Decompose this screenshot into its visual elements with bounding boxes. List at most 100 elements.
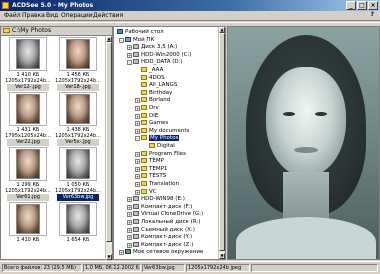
tree-item[interactable]: Birthday [141, 89, 172, 97]
collapse-icon[interactable]: - [119, 37, 124, 43]
minimize-button[interactable]: _ [346, 1, 356, 10]
scroll-down-arrow-icon[interactable]: ▼ [106, 254, 112, 260]
expand-icon[interactable]: + [135, 98, 140, 104]
tree-item[interactable]: Рабочий стол [117, 29, 164, 36]
expand-icon[interactable]: + [127, 212, 132, 218]
thumbnail-item[interactable]: 1 431 КБ 1795x1205x24b... Ver22.jpg [3, 92, 53, 146]
scroll-thumb[interactable] [219, 33, 225, 251]
thumbnail-image[interactable] [16, 39, 40, 69]
thumbnail-item[interactable]: 1 410 КБ 1205x1792x24b... Ver12-.jpg [3, 37, 53, 91]
menu-actions[interactable]: Действия [93, 12, 123, 19]
tree-item[interactable]: Диск 3,5 (A:) [133, 44, 177, 51]
thumbnail-item[interactable]: 1 410 КБ [3, 202, 53, 256]
image-preview[interactable] [227, 26, 380, 260]
thumbnail-image[interactable] [66, 149, 90, 179]
thumbnail-scrollbar[interactable]: ▲ ▼ [105, 36, 112, 260]
tree-item[interactable]: Translation [141, 181, 179, 188]
close-button[interactable]: × [368, 1, 378, 10]
thumbnail-image[interactable] [16, 204, 40, 234]
thumbnail-item[interactable]: 1 438 КБ 1205x1792x24b... Ver5x-.jpg [53, 92, 103, 146]
expand-icon[interactable]: + [135, 174, 140, 180]
expand-icon[interactable]: + [135, 182, 140, 187]
thumbnail-item[interactable]: 1 654 КБ [53, 202, 103, 256]
thumbnail-item[interactable]: 1 456 КБ 1205x1792x24b... Ver18-.jpg [53, 37, 103, 91]
thumbnail-image[interactable] [16, 149, 40, 179]
expand-icon[interactable]: + [135, 113, 140, 119]
menu-edit[interactable]: Правка [22, 12, 45, 19]
expand-icon[interactable]: + [127, 235, 132, 241]
tree-item[interactable]: Drv [141, 105, 159, 112]
tree-item[interactable]: Съемный диск (X:) [133, 226, 195, 234]
menu-view[interactable]: Вид [46, 12, 58, 19]
collapse-icon[interactable]: - [135, 136, 140, 142]
tree-item[interactable]: Games [141, 120, 168, 127]
menu-operations[interactable]: Операции [61, 12, 93, 19]
expand-icon[interactable]: + [135, 151, 140, 157]
expand-icon[interactable]: + [127, 220, 132, 225]
collapse-icon[interactable]: - [127, 60, 132, 66]
thumbnail-frame[interactable] [59, 92, 97, 126]
thumbnail-name[interactable]: Ver5x-.jpg [57, 139, 99, 146]
thumbnail-item[interactable]: 1 299 КБ 1205x1792x24b... Ver61.jpg [3, 147, 53, 201]
tree-item[interactable]: HDD-WIN98 (E:) [133, 196, 185, 203]
thumbnail-frame[interactable] [9, 37, 47, 71]
thumbnail-image[interactable] [16, 94, 40, 124]
tree-item[interactable]: DIE [141, 112, 158, 120]
tree-item[interactable]: Borland [141, 97, 170, 104]
expand-icon[interactable]: + [127, 204, 132, 210]
thumbnail-item[interactable]: 1 050 КБ 1205x1792x24b... Ver63bw.jpg [53, 147, 103, 201]
scroll-thumb[interactable] [106, 42, 112, 242]
thumbnail-frame[interactable] [59, 37, 97, 71]
thumbnail-name[interactable]: Ver61.jpg [7, 194, 49, 201]
expand-icon[interactable]: + [135, 121, 140, 127]
tree-item[interactable]: All_LANGS [141, 82, 177, 89]
tree-item[interactable]: Мое сетевое окружение [125, 249, 203, 256]
tree-item[interactable]: Virtual CloneDrive (G:) [133, 211, 203, 218]
tree-item[interactable]: TEMP1 [141, 165, 167, 173]
tree-item[interactable]: Program Files [141, 150, 186, 158]
tree-item[interactable]: TESTS [141, 173, 166, 180]
tree-item[interactable]: TEMP [141, 158, 164, 165]
maximize-button[interactable]: □ [357, 1, 367, 10]
expand-icon[interactable]: + [135, 189, 140, 195]
thumbnail-frame[interactable] [9, 92, 47, 126]
thumbnail-name[interactable]: Ver18-.jpg [57, 84, 99, 91]
thumbnail-name[interactable]: Ver22.jpg [7, 139, 49, 146]
tree-item[interactable]: Мой ПК [125, 36, 154, 44]
tree-item[interactable]: Digital [149, 143, 175, 150]
tree-item[interactable]: Компакт-диск (Y:) [133, 234, 192, 241]
expand-icon[interactable]: + [127, 242, 132, 248]
expand-icon[interactable]: + [135, 166, 140, 172]
thumbnail-frame[interactable] [9, 202, 47, 236]
tree-item[interactable]: _AAA [141, 67, 163, 74]
tree-scrollbar[interactable]: ▲ ▼ [218, 27, 225, 259]
thumbnail-frame[interactable] [59, 147, 97, 181]
expand-icon[interactable]: + [127, 52, 132, 58]
tree-item[interactable]: HDD_DATA (D:) [133, 59, 183, 66]
thumbnail-name[interactable]: Ver12-.jpg [7, 84, 49, 91]
thumbnail-image[interactable] [66, 39, 90, 69]
scroll-down-arrow-icon[interactable]: ▼ [219, 253, 225, 259]
expand-icon[interactable]: + [127, 227, 132, 233]
menu-help[interactable]: ? [371, 11, 374, 18]
expand-icon[interactable]: + [127, 197, 132, 203]
tree-item[interactable]: VC [141, 188, 157, 196]
expand-icon[interactable]: + [127, 45, 132, 51]
expand-icon[interactable]: + [119, 250, 124, 256]
expand-icon[interactable]: + [135, 128, 140, 134]
tree-item[interactable]: Локальный диск (R:) [133, 219, 200, 226]
app-icon[interactable] [2, 2, 9, 9]
tree-item[interactable]: HDD-Win2000 (C:) [133, 51, 191, 59]
tree-item[interactable]: Компакт-диск (Z:) [133, 241, 193, 249]
thumbnail-frame[interactable] [59, 202, 97, 236]
thumbnail-frame[interactable] [9, 147, 47, 181]
thumbnail-image[interactable] [66, 94, 90, 124]
tree-item[interactable]: Компакт-диск (F:) [133, 203, 192, 211]
tree-item[interactable]: My documents [141, 127, 189, 135]
thumbnail-name[interactable]: Ver63bw.jpg [57, 194, 99, 201]
tree-item[interactable]: 4DOS [141, 74, 165, 82]
tree-item[interactable]: My Photos [141, 135, 180, 142]
expand-icon[interactable]: + [135, 106, 140, 111]
expand-icon[interactable]: + [135, 159, 140, 165]
menu-file[interactable]: Файл [4, 12, 21, 19]
